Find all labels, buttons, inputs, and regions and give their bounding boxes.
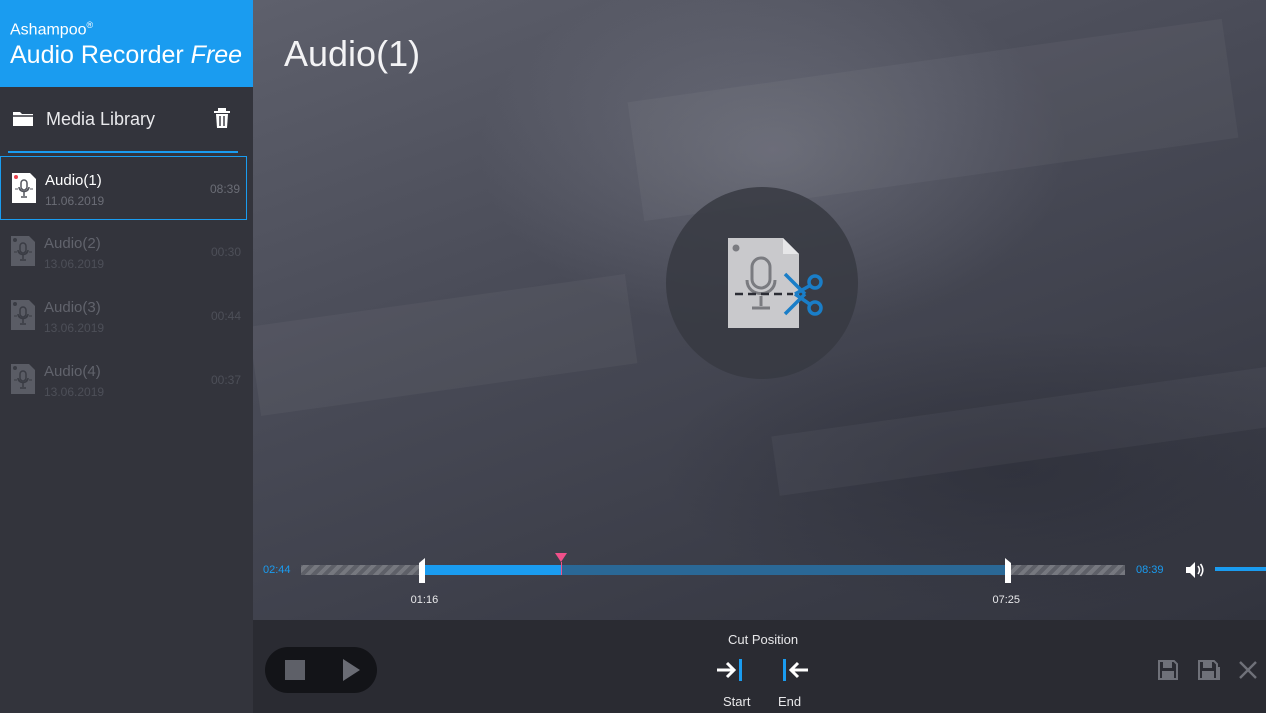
library-divider bbox=[8, 151, 238, 153]
end-label: End bbox=[778, 694, 802, 709]
media-item-title: Audio(1) bbox=[45, 172, 102, 189]
media-item-title: Audio(2) bbox=[44, 235, 101, 252]
total-time: 08:39 bbox=[1136, 564, 1164, 576]
media-item-title: Audio(4) bbox=[44, 363, 101, 380]
start-label: Start bbox=[723, 694, 751, 709]
trash-icon[interactable] bbox=[212, 107, 232, 129]
audio-file-icon bbox=[12, 173, 36, 203]
cut-position-label: Cut Position bbox=[728, 632, 799, 647]
brand-edition: Free bbox=[190, 41, 243, 69]
media-library-label: Media Library bbox=[46, 109, 156, 129]
folder-icon bbox=[13, 112, 33, 126]
media-item-duration: 08:39 bbox=[209, 182, 240, 196]
timeline-track[interactable] bbox=[301, 553, 1125, 583]
audio-file-icon bbox=[11, 236, 35, 266]
audio-file-icon bbox=[11, 300, 35, 330]
playhead-marker[interactable] bbox=[555, 553, 568, 562]
playback-bar: Cut Position Start End bbox=[253, 620, 1266, 713]
brand-product: Audio Recorder bbox=[10, 41, 184, 69]
play-button[interactable] bbox=[343, 659, 360, 681]
media-list-item[interactable]: Audio(1) 11.06.2019 08:39 bbox=[0, 156, 247, 220]
volume-slider[interactable] bbox=[1215, 567, 1266, 571]
app-brand: Ashampoo® Audio Recorder Free bbox=[0, 0, 253, 87]
media-list-item[interactable]: Audio(2) 13.06.2019 00:30 bbox=[0, 220, 247, 284]
media-list-item[interactable]: Audio(4) 13.06.2019 00:37 bbox=[0, 348, 247, 412]
media-item-duration: 00:37 bbox=[210, 373, 241, 387]
audio-file-icon bbox=[11, 364, 35, 394]
media-item-title: Audio(3) bbox=[44, 299, 101, 316]
played-progress bbox=[421, 565, 562, 575]
cut-end-handle[interactable] bbox=[1004, 558, 1011, 583]
media-list-item[interactable]: Audio(3) 13.06.2019 00:44 bbox=[0, 284, 247, 348]
cut-start-handle[interactable] bbox=[418, 558, 425, 583]
audio-cut-icon bbox=[728, 238, 823, 328]
media-item-date: 13.06.2019 bbox=[44, 257, 105, 271]
brand-company: Ashampoo bbox=[10, 21, 87, 39]
media-item-date: 13.06.2019 bbox=[44, 385, 105, 399]
volume-icon[interactable] bbox=[1185, 561, 1205, 579]
media-item-duration: 00:30 bbox=[210, 245, 241, 259]
cut-start-time: 01:16 bbox=[410, 594, 439, 606]
stop-button[interactable] bbox=[285, 660, 305, 680]
media-library-header[interactable]: Media Library bbox=[0, 100, 253, 140]
page-title: Audio(1) bbox=[284, 33, 421, 74]
current-time: 02:44 bbox=[263, 564, 291, 576]
playhead-line bbox=[561, 562, 563, 575]
save-icon[interactable] bbox=[1157, 659, 1179, 681]
transport-controls bbox=[265, 647, 377, 693]
cut-end-time: 07:25 bbox=[992, 594, 1021, 606]
media-item-date: 13.06.2019 bbox=[44, 321, 105, 335]
editor-area: Audio(1) ? 02:44 08:39 01:16 07:25 bbox=[253, 0, 1266, 620]
sidebar: Ashampoo® Audio Recorder Free Media Libr… bbox=[0, 0, 253, 713]
save-as-icon[interactable] bbox=[1197, 659, 1221, 681]
set-end-icon[interactable] bbox=[780, 658, 810, 682]
media-item-date: 11.06.2019 bbox=[45, 194, 105, 208]
set-start-icon[interactable] bbox=[715, 658, 745, 682]
brand-registered: ® bbox=[86, 20, 94, 30]
close-editor-icon[interactable] bbox=[1238, 660, 1258, 680]
media-item-duration: 00:44 bbox=[210, 309, 241, 323]
